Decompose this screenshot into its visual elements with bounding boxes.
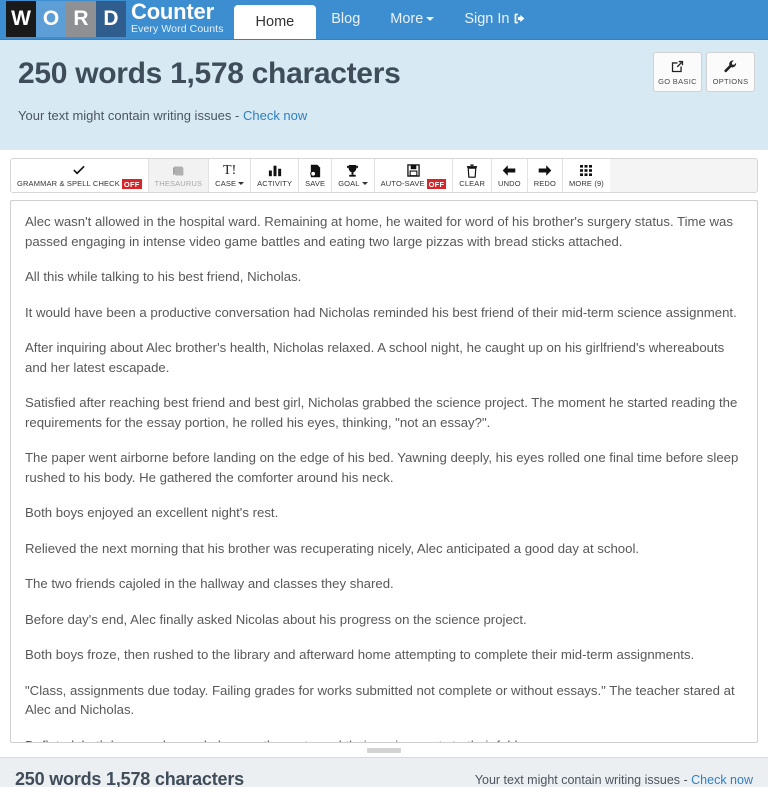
writing-issues-text: Your text might contain writing issues - [18,108,240,123]
grid-dots-icon [579,163,593,178]
save-label: SAVE [305,179,326,188]
undo-button[interactable]: UNDO [492,159,528,192]
chevron-down-icon [361,182,368,185]
arrow-left-icon [502,163,516,178]
logo-letter-blocks: W O R D [6,1,126,37]
editor-paragraph: After inquiring about Alec brother's hea… [25,340,725,375]
nav-item-blog[interactable]: Blog [316,0,375,39]
writing-issues-notice: Your text might contain writing issues -… [18,108,754,123]
editor-resize-handle[interactable] [10,743,758,757]
editor-paragraph: Alec wasn't allowed in the hospital ward… [25,214,733,249]
trophy-icon [346,163,359,178]
auto-save-label-text: AUTO-SAVE [380,179,425,188]
logo-block-r: R [66,1,96,37]
nav-item-sign-in[interactable]: Sign In [449,0,541,39]
undo-label: UNDO [498,179,521,188]
more-button[interactable]: MORE (9) [562,159,610,192]
save-document-icon [309,163,322,178]
editor-wrapper: Alec wasn't allowed in the hospital ward… [0,193,768,757]
chevron-down-icon [238,182,245,185]
redo-label: REDO [533,179,556,188]
footer-issues-text: Your text might contain writing issues - [474,772,688,787]
logo-title: Counter [131,0,214,24]
clear-button[interactable]: CLEAR [453,159,493,192]
grammar-spell-check-button[interactable]: GRAMMAR & SPELL CHECK OFF [11,159,149,192]
nav-item-more-label: More [390,11,424,27]
auto-save-off-badge: OFF [426,178,447,189]
floppy-disk-icon [407,163,420,178]
status-footer: 250 words 1,578 characters Your text mig… [0,757,768,787]
clear-label: CLEAR [459,179,486,188]
editor-paragraph: Satisfied after reaching best friend and… [25,395,738,430]
options-button[interactable]: OPTIONS [706,52,755,92]
more-label: MORE (9) [568,179,604,188]
editor-paragraph: Deflated, both boys exchanged glances, t… [25,736,743,743]
editor-toolbar: GRAMMAR & SPELL CHECK OFF THESAURUS T! C… [10,158,758,193]
check-icon [72,163,86,178]
external-link-icon [670,58,685,75]
stats-header: 250 words 1,578 characters Your text mig… [0,40,768,150]
page-title: 250 words 1,578 characters [18,57,401,90]
activity-label: ACTIVITY [257,179,293,188]
case-button[interactable]: T! CASE [209,159,252,192]
grammar-spell-check-label: GRAMMAR & SPELL CHECK OFF [17,178,142,189]
top-navbar: W O R D Counter Every Word Counts Home B… [0,0,768,40]
logo-tagline: Every Word Counts [131,23,224,35]
wrench-icon [723,58,738,75]
book-icon [172,163,185,178]
resize-grip-bar [367,747,401,753]
nav-item-home[interactable]: Home [233,5,317,39]
thesaurus-button[interactable]: THESAURUS [148,159,210,192]
auto-save-label: AUTO-SAVE OFF [380,178,447,189]
editor-scrollbar[interactable] [748,202,756,741]
case-label-text: CASE [215,179,237,188]
grammar-off-badge: OFF [121,178,142,189]
activity-button[interactable]: ACTIVITY [251,159,300,192]
editor-paragraph: The paper went airborne before landing o… [25,450,739,485]
nav-item-more[interactable]: More [375,0,449,39]
logo-block-d: D [96,1,126,37]
editor-paragraph: Both boys froze, then rushed to the libr… [25,647,695,662]
redo-button[interactable]: REDO [527,159,563,192]
auto-save-button[interactable]: AUTO-SAVE OFF [374,159,454,192]
text-case-icon: T! [223,162,237,178]
logo-block-w: W [6,1,36,37]
editor-paragraph: "Class, assignments due today. Failing g… [25,682,735,718]
goal-label-text: GOAL [338,179,360,188]
logo-wordmark: Counter Every Word Counts [131,1,224,37]
trash-icon [466,163,478,178]
editor-paragraph: Relieved the next morning that his broth… [25,540,640,556]
editor-paragraph: Both boys enjoyed an excellent night's r… [25,505,279,520]
goal-button[interactable]: GOAL [332,159,375,192]
chevron-down-icon [426,17,435,22]
thesaurus-label: THESAURUS [154,179,203,188]
save-button[interactable]: SAVE [299,159,333,192]
bar-chart-icon [268,163,282,178]
case-label: CASE [215,179,245,188]
options-label: OPTIONS [712,77,749,86]
footer-count: 250 words 1,578 characters [15,769,244,787]
arrow-right-icon [538,163,552,178]
go-basic-button[interactable]: GO BASIC [653,52,702,92]
goal-label: GOAL [338,179,368,188]
footer-check-now-link[interactable]: Check now [691,773,753,787]
header-action-buttons: GO BASIC OPTIONS [653,52,755,92]
text-editor-area[interactable]: Alec wasn't allowed in the hospital ward… [10,200,758,743]
logo-block-o: O [36,1,66,37]
editor-paragraph: The two friends cajoled in the hallway a… [25,576,394,591]
site-logo[interactable]: W O R D Counter Every Word Counts [0,0,224,39]
grammar-label-text: GRAMMAR & SPELL CHECK [17,179,120,188]
nav-item-sign-in-label: Sign In [464,11,510,27]
footer-writing-issues: Your text might contain writing issues -… [475,773,753,787]
nav-menu: Home Blog More Sign In [233,0,542,39]
editor-paragraph: All this while talking to his best frien… [25,269,302,284]
check-now-link[interactable]: Check now [243,108,307,123]
editor-paragraph: It would have been a productive conversa… [25,304,737,320]
toolbar-zone: GRAMMAR & SPELL CHECK OFF THESAURUS T! C… [0,150,768,193]
sign-in-icon [513,1,526,41]
go-basic-label: GO BASIC [658,77,697,86]
editor-paragraph: Before day's end, Alec finally asked Nic… [25,611,527,627]
